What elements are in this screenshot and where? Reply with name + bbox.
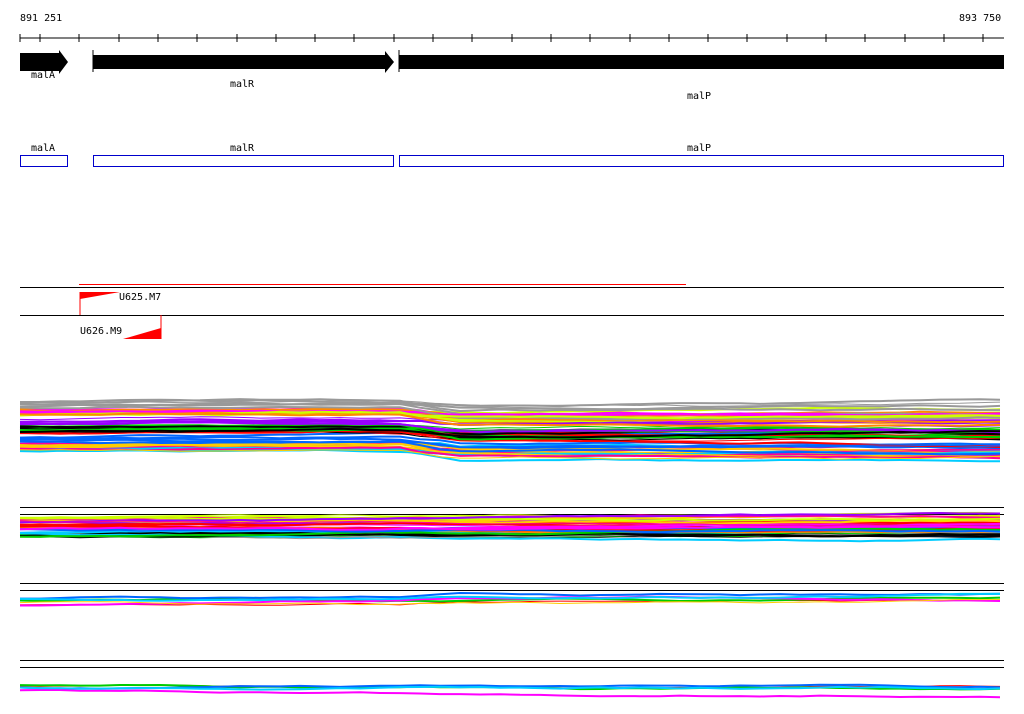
box-label-malP: malP	[687, 143, 712, 154]
gene-label-malP: malP	[687, 91, 712, 102]
box-label-malA: malA	[31, 143, 56, 154]
genome-browser-view: 891 251 893 750 malA malR malP malA malR…	[0, 0, 1024, 714]
alignment-line	[19, 685, 1001, 691]
gene-track	[20, 50, 1004, 74]
gene-arrow-malR[interactable]	[93, 51, 394, 73]
box-malA[interactable]	[20, 155, 68, 167]
box-malR[interactable]	[93, 155, 394, 167]
gene-arrow-malP[interactable]	[399, 55, 1004, 69]
marker-track	[20, 284, 1004, 339]
alignment-line	[19, 689, 1001, 699]
gene-label-malA: malA	[31, 70, 56, 81]
tracks-canvas	[19, 34, 1004, 699]
position-ruler	[19, 34, 1004, 42]
box-malP[interactable]	[399, 155, 1004, 167]
marker-label-U626.M9: U626.M9	[80, 326, 123, 337]
box-track	[20, 155, 1004, 167]
alignment-lines	[19, 398, 1004, 699]
box-label-malR: malR	[230, 143, 255, 154]
marker-label-U625.M7: U625.M7	[119, 292, 162, 303]
marker-U626.M9[interactable]	[123, 328, 161, 339]
gene-label-malR: malR	[230, 79, 255, 90]
marker-U625.M7[interactable]	[80, 292, 120, 299]
